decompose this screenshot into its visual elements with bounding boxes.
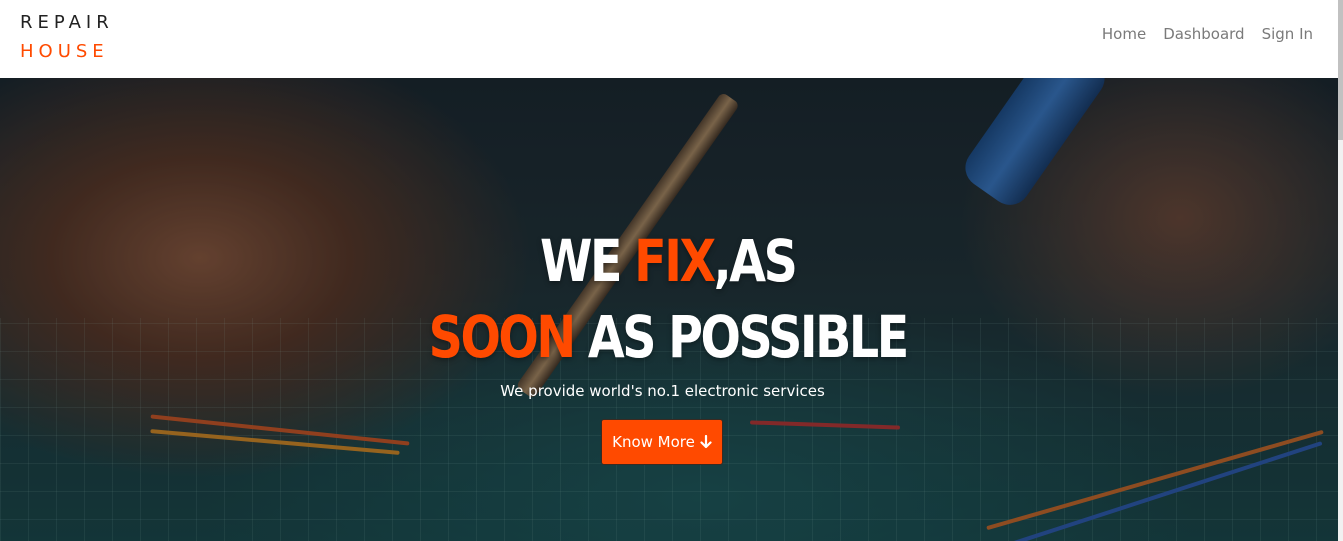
nav-link-home[interactable]: Home: [1102, 25, 1146, 43]
headline-text-we: WE: [540, 227, 635, 295]
nav-link-dashboard[interactable]: Dashboard: [1163, 25, 1244, 43]
arrow-down-icon: [700, 435, 712, 449]
know-more-button[interactable]: Know More: [601, 419, 723, 465]
page-scrollbar[interactable]: [1338, 0, 1343, 541]
hero-headline-line1: WE FIX,AS: [119, 230, 1216, 292]
scrollbar-thumb[interactable]: [1338, 0, 1343, 140]
brand-line-repair: REPAIR: [20, 12, 114, 33]
headline-text-soon: SOON: [428, 303, 577, 371]
nav-link-sign-in[interactable]: Sign In: [1262, 25, 1313, 43]
headline-text-as: ,AS: [713, 227, 798, 295]
know-more-label: Know More: [612, 433, 695, 451]
navbar: REPAIR HOUSE Home Dashboard Sign In: [0, 0, 1343, 78]
hero-headline-line2: SOON AS POSSIBLE: [119, 306, 1216, 368]
hero-content: WE FIX,AS SOON AS POSSIBLE We provide wo…: [0, 78, 1338, 541]
hero-subtitle: We provide world's no.1 electronic servi…: [500, 382, 825, 400]
headline-text-fix: FIX: [634, 227, 716, 295]
nav-links: Home Dashboard Sign In: [1102, 25, 1313, 43]
hero-banner: WE FIX,AS SOON AS POSSIBLE We provide wo…: [0, 78, 1338, 541]
brand-line-house: HOUSE: [20, 41, 109, 62]
brand-logo[interactable]: REPAIR HOUSE: [20, 8, 114, 66]
headline-text-as-possible: AS POSSIBLE: [573, 303, 909, 371]
